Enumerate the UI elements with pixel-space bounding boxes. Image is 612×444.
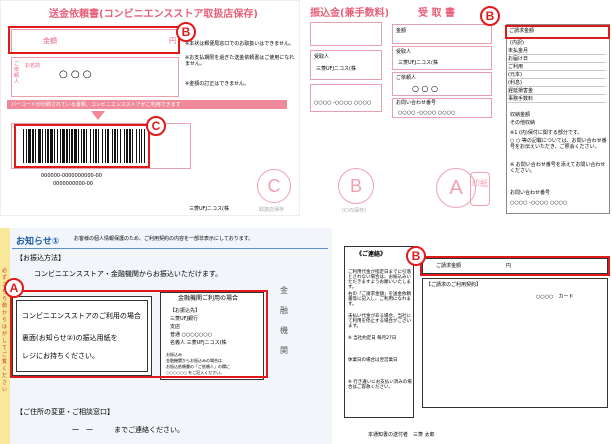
billing-note-4: お問い合わせ番号	[510, 190, 551, 196]
stamp-b: B	[338, 168, 374, 204]
marker-b-contact: B	[406, 246, 426, 266]
contact-body-line: 未払い代金がある場合、当社にて利用を停止する場合がございます。	[348, 314, 411, 329]
receipt-contact: ○○○○ -○○○○ ○○○○	[398, 110, 456, 116]
payment-section-title: 【お振込方法】	[16, 254, 65, 262]
change-text: 一 一 までご連絡ください。	[72, 426, 184, 434]
billing-note-5: ○○○○ -○○○○ ○○○○	[510, 200, 568, 206]
stamp-c-note: 取扱店保存	[259, 207, 285, 213]
contact-body-line: ※ 当社約定日 毎月27日	[348, 336, 397, 341]
transfer-payee-label: 受取人	[314, 54, 330, 60]
requester-vertical: ご依頼人	[14, 61, 20, 85]
transfer-title: 振込金(兼手数料)	[310, 8, 390, 19]
cvs-banner-text: バーコードが印刷されている書類、コンビニエンスストアがご利用できます	[11, 102, 181, 108]
marker-a-notice: A	[4, 278, 24, 298]
remittance-title: 送金依頼書(コンビニエンスストア取扱店保存)	[49, 9, 258, 20]
barcode-number-2: 0000000000-00	[53, 181, 93, 187]
remittance-bank: 三菱UFJニコス(株	[189, 206, 229, 212]
barcode-highlight	[14, 124, 150, 168]
notice-highlight	[10, 290, 268, 378]
notice-subtitle: お客様の個人情報保護のため、ご利用契約の内容を一部非表示にしております。	[74, 236, 254, 242]
stamp-c: C	[257, 169, 291, 203]
billing-row: 事務手数料	[508, 96, 606, 103]
billing-note-3: ※ お問い合わせ番号を添えてお問い合わせください。	[510, 162, 606, 174]
transfer-code: ○○○○ -○○○○ ○○○○	[314, 100, 372, 106]
barcode-number: 000000-0000000000-00	[41, 173, 102, 179]
transfer-payee: 三菱UFJニコス(株	[316, 66, 356, 72]
contact-footer: 本通知書の送付者 三菱 太郎	[368, 432, 435, 438]
billing-row: (元本)	[508, 72, 606, 79]
change-section-title: 【ご住所の変更・ご相談窓口】	[16, 408, 114, 416]
contact-heading: 《ご連絡》	[356, 251, 387, 258]
billing-note-1: ※1 (内)保付に関する部分です。	[510, 130, 583, 136]
remittance-note-2: ※お支払期限を過ぎた送金依頼書はご使用になれません。	[185, 55, 295, 67]
receipt-requester: ○ ○ ○	[412, 84, 439, 93]
bank-side-label: 融	[280, 306, 288, 315]
bank-side-label: 機	[280, 326, 288, 335]
bank-side-label: 関	[280, 346, 288, 355]
billing-misc-2: その他収納	[510, 120, 536, 126]
contract-card-line: ○○○○ カード	[536, 294, 574, 300]
billing-row: ご利用	[508, 64, 606, 71]
transfer-amount-box	[310, 22, 382, 46]
billing-panel-sub: (内訳)	[510, 40, 524, 46]
bank-side-label: 金	[280, 286, 288, 295]
transfer-slip: 振込金(兼手数料) 受取人 三菱UFJニコス(株 ○○○○ -○○○○ ○○○○…	[302, 0, 390, 216]
receipt-title: 受 取 書	[418, 8, 455, 19]
receipt-requester-label: ご依頼人	[396, 75, 417, 81]
billing-note-2: ○ ○ 等の記載については、お問い合わせ番号をお伝えいただき、ご照会ください。	[510, 138, 607, 150]
down-arrow-icon	[91, 111, 105, 120]
billing-row: 未払金月	[508, 48, 606, 55]
amount-highlight	[8, 26, 180, 54]
notice-rule	[12, 248, 328, 249]
stamp-b-note: (CVS保存)	[342, 208, 366, 214]
billing-row: お届け日	[508, 56, 606, 63]
marker-b-receipt: B	[480, 6, 500, 26]
contact-amount-highlight	[420, 256, 610, 276]
receipt-payee-label: 受取人	[396, 49, 412, 55]
marker-c-barcode: C	[146, 116, 166, 136]
contact-body-line: ご利用代金が指定日までに引落とされない場合は、お振込みいただきますようお願いいた…	[348, 270, 411, 290]
contact-body-line: 休業日の場合は翌営業日	[348, 358, 398, 363]
transfer-code-box	[310, 84, 382, 112]
billing-misc-1: 収納金額	[510, 112, 531, 118]
name-value: ○ ○ ○	[59, 69, 92, 80]
billing-row: (利息)	[508, 80, 606, 87]
receipt-amount-label: 金額	[396, 28, 407, 34]
remittance-note-3: ※金額の訂正はできません。	[185, 81, 250, 87]
billing-row: 遅延損害金	[508, 88, 606, 95]
receipt-contact-label: お問い合わせ番号	[396, 100, 437, 106]
contact-body-line: ※ 行き違いにお支払い済みの場合はご容赦ください。	[348, 380, 412, 390]
payment-text: コンビニエンスストア・金融機関からお振込いただけます。	[34, 270, 223, 278]
receipt-payee: 三菱UFJニコス(株	[398, 60, 438, 66]
receipt-amount-box	[392, 24, 492, 44]
billing-panel-head: ご請求金額	[509, 28, 535, 34]
revenue-stamp-mark: 印紙	[470, 172, 490, 206]
marker-b-amount: B	[176, 22, 196, 42]
contact-body-line: 右の「ご請求金額」を送金依頼書等に記入し、ご利用になれます。	[348, 292, 411, 307]
notice-title: お知らせ①	[16, 237, 60, 247]
remittance-note-1: ※本状は郵便局窓口でのお取扱いはできません。	[185, 41, 295, 47]
contract-box	[422, 278, 608, 408]
name-label: お名前	[25, 63, 41, 69]
contract-label: 【ご請求のご利用契約】	[426, 282, 482, 288]
